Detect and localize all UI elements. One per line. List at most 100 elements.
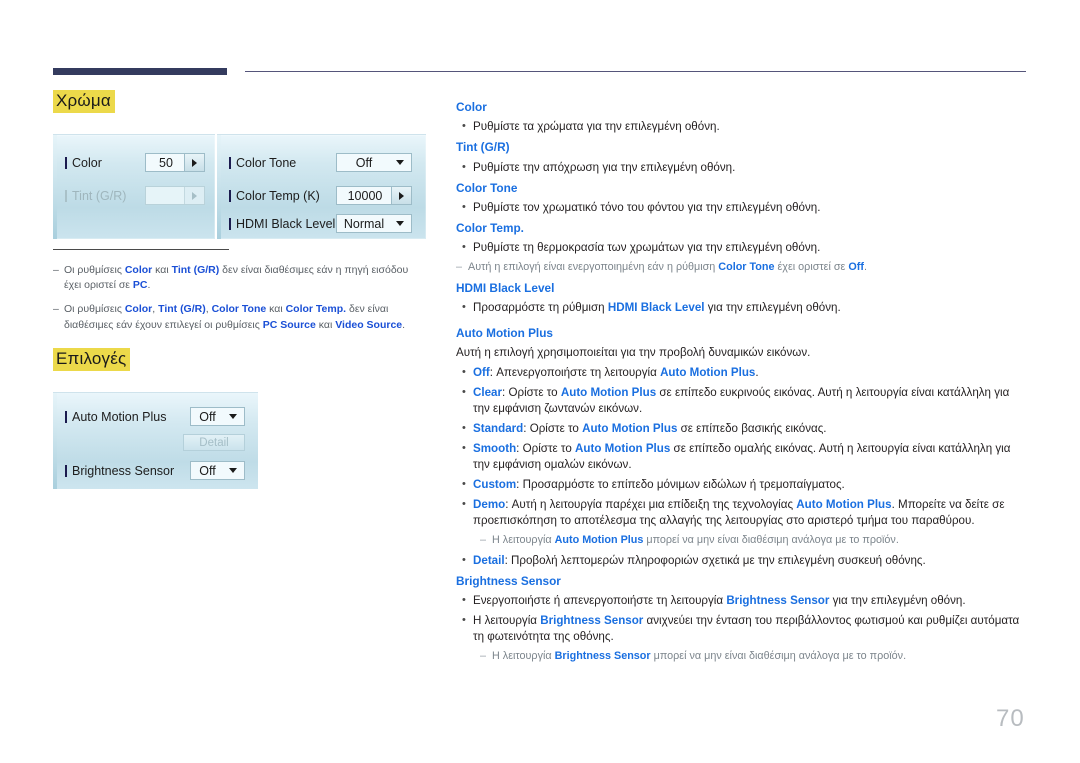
note-text: Οι ρυθμίσεις Color και Tint (G/R) δεν εί…	[64, 263, 425, 293]
emphasis-term: Color Temp.	[285, 303, 347, 316]
bullet-item: • Standard: Ορίστε το Auto Motion Plus σε…	[456, 421, 1028, 437]
subsection-heading: Color Tone	[456, 180, 518, 195]
emphasis-term: Smooth	[473, 442, 517, 456]
osd-label-hdmi-black-level: HDMI Black Level	[229, 217, 335, 231]
sub-note-text: Αυτή η επιλογή είναι ενεργοποιημένη εάν …	[468, 260, 1028, 275]
bullet-text: Standard: Ορίστε το Auto Motion Plus σε …	[473, 421, 1028, 437]
bullet-item: • Clear: Ορίστε το Auto Motion Plus σε επ…	[456, 385, 1028, 417]
left-note-item: ‒ Οι ρυθμίσεις Color και Tint (G/R) δεν ε…	[53, 263, 425, 293]
osd-label-tint: Tint (G/R)	[65, 189, 126, 203]
osd-dropdown-brightness-sensor[interactable]: Off	[190, 461, 245, 480]
page-title-options: Επιλογές	[53, 348, 131, 371]
subsection-heading: HDMI Black Level	[456, 280, 555, 295]
text-run: μπορεί να μην είναι διαθέσιμη ανάλογα με…	[650, 650, 907, 663]
text-run: : Προσαρμόστε το επίπεδο μόνιμων ειδώλων…	[516, 478, 845, 492]
osd-row-auto-motion-plus: Auto Motion Plus	[65, 407, 167, 427]
bullet-dot-icon: •	[462, 160, 466, 173]
subsection-heading: Tint (G/R)	[456, 140, 510, 155]
chevron-down-icon[interactable]	[222, 468, 244, 473]
bullet-dot-icon: •	[462, 478, 466, 491]
bullet-text: Προσαρμόστε τη ρύθμιση HDMI Black Level …	[473, 300, 1028, 316]
text-run: Ρυθμίστε τη θερμοκρασία των χρωμάτων για…	[473, 241, 821, 255]
text-run: .	[863, 261, 867, 273]
bullet-item: • Ρυθμίστε τη θερμοκρασία των χρωμάτων γι…	[456, 240, 1028, 256]
emphasis-term: Auto Motion Plus	[554, 534, 644, 547]
osd-label-brightness-sensor: Brightness Sensor	[65, 464, 174, 478]
osd-dropdown-hdmi-black-level[interactable]: Normal	[336, 214, 412, 233]
text-run: : Ορίστε το	[502, 386, 561, 400]
bullet-item: • Off: Απενεργοποιήστε τη λειτουργία Auto…	[456, 365, 1028, 381]
bullet-tick-icon	[229, 157, 231, 169]
stepper-right-arrow-icon[interactable]	[391, 187, 411, 204]
subsection-heading: Auto Motion Plus	[456, 326, 553, 341]
header-rule-thin	[245, 71, 1026, 72]
osd-stepper-color[interactable]: 50	[145, 153, 205, 172]
osd-dropdown-auto-motion-plus[interactable]: Off	[190, 407, 245, 426]
sub-note-text: Η λειτουργία Auto Motion Plus μπορεί να …	[492, 533, 1028, 548]
text-run: Αυτή η επιλογή είναι ενεργοποιημένη εάν …	[468, 261, 719, 273]
bullet-dot-icon: •	[462, 554, 466, 567]
bullet-text: Ρυθμίστε τον χρωματικό τόνο του φόντου γ…	[473, 200, 1028, 216]
text-run: Η λειτουργία	[492, 650, 555, 663]
emphasis-term: Custom	[473, 478, 517, 492]
emphasis-term: Video Source	[335, 318, 403, 331]
osd-label-color-tone: Color Tone	[229, 156, 296, 170]
sub-note: ‒ Η λειτουργία Brightness Sensor μπορεί ν…	[456, 649, 1028, 664]
emphasis-term: Color Tone	[718, 261, 775, 273]
chevron-down-icon[interactable]	[389, 160, 411, 165]
page-number: 70	[996, 705, 1025, 732]
bullet-item: • Detail: Προβολή λεπτομερών πληροφοριών …	[456, 553, 1028, 569]
bullet-tick-icon	[65, 465, 67, 477]
bullet-tick-icon	[65, 411, 67, 423]
emphasis-term: Auto Motion Plus	[560, 386, 657, 400]
text-run: έχει οριστεί σε	[774, 261, 849, 273]
text-run: : Απενεργοποιήστε τη λειτουργία	[489, 366, 661, 380]
bullet-text: Ρυθμίστε τα χρώματα για την επιλεγμένη ο…	[473, 119, 1028, 135]
sub-note-text: Η λειτουργία Brightness Sensor μπορεί να…	[492, 649, 1028, 664]
osd-label-auto-motion-plus: Auto Motion Plus	[65, 410, 167, 424]
bullet-dot-icon: •	[462, 200, 466, 213]
osd-row-color-tone: Color Tone	[229, 153, 296, 173]
bullet-dot-icon: •	[462, 301, 466, 314]
osd-color-panel: Color 50 Tint (G/R) Color Tone Off Color…	[53, 134, 426, 239]
bullet-dot-icon: •	[462, 614, 466, 627]
bullet-tick-icon	[65, 190, 67, 202]
bullet-tick-icon	[65, 157, 67, 169]
stepper-right-arrow-icon[interactable]	[184, 154, 204, 171]
osd-dropdown-color-tone[interactable]: Off	[336, 153, 412, 172]
chevron-down-icon[interactable]	[389, 221, 411, 226]
emphasis-term: Auto Motion Plus	[582, 422, 678, 436]
emphasis-term: PC Source	[262, 318, 316, 331]
notes-divider	[53, 249, 229, 250]
bullet-item: • Η λειτουργία Brightness Sensor ανιχνεύε…	[456, 613, 1028, 645]
emphasis-term: Brightness Sensor	[726, 594, 830, 608]
bullet-text: Ρυθμίστε τη θερμοκρασία των χρωμάτων για…	[473, 240, 1028, 256]
bullet-dot-icon: •	[462, 241, 466, 254]
osd-color-panel-right: Color Tone Off Color Temp (K) 10000 HDMI…	[217, 134, 426, 239]
emphasis-term: Detail	[473, 554, 505, 568]
subsection-heading: Brightness Sensor	[456, 574, 561, 589]
chevron-down-icon[interactable]	[222, 414, 244, 419]
text-run: Ενεργοποιήστε ή απενεργοποιήστε τη λειτο…	[473, 594, 727, 608]
osd-row-color-temp: Color Temp (K)	[229, 186, 320, 206]
bullet-text: Smooth: Ορίστε το Auto Motion Plus σε επ…	[473, 441, 1028, 473]
stepper-right-arrow-icon	[184, 187, 204, 204]
emphasis-term: Tint (G/R)	[171, 264, 220, 276]
emphasis-term: Auto Motion Plus	[660, 366, 756, 380]
osd-options-panel-box: Auto Motion Plus Off Detail Brightness S…	[53, 392, 258, 489]
emphasis-term: HDMI Black Level	[607, 301, 705, 315]
osd-label-color: Color	[65, 156, 102, 170]
emphasis-term: Brightness Sensor	[554, 650, 651, 663]
emphasis-term: Color	[124, 303, 153, 316]
bullet-dot-icon: •	[462, 594, 466, 607]
page-title-color: Χρώμα	[53, 90, 115, 113]
bullet-tick-icon	[229, 218, 231, 230]
emphasis-term: Auto Motion Plus	[796, 498, 892, 512]
bullet-dot-icon: •	[462, 422, 466, 435]
left-note-item: ‒ Οι ρυθμίσεις Color, Tint (G/R), Color T…	[53, 302, 425, 332]
osd-options-panel: Auto Motion Plus Off Detail Brightness S…	[53, 392, 258, 489]
text-run: .	[147, 279, 151, 292]
bullet-dot-icon: •	[462, 386, 466, 399]
osd-stepper-color-temp[interactable]: 10000	[336, 186, 412, 205]
text-run: και	[315, 318, 336, 331]
